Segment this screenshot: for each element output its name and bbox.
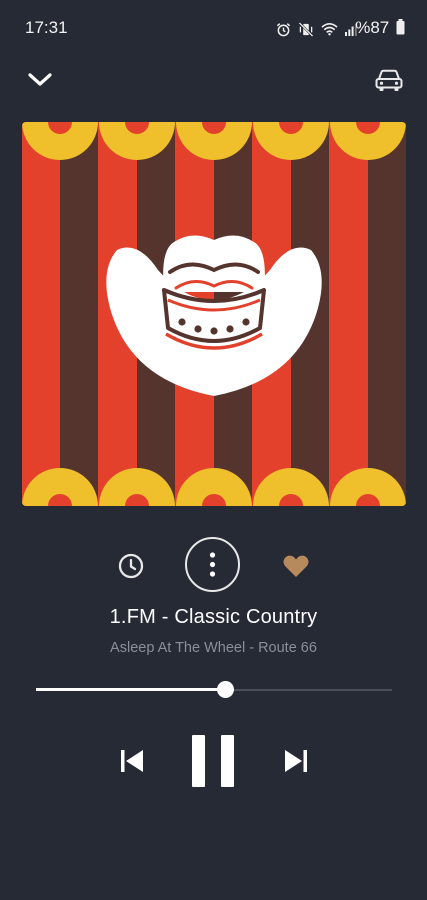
now-playing-track: Asleep At The Wheel - Route 66	[110, 640, 317, 656]
more-options-button[interactable]	[185, 537, 240, 592]
status-bar: 17:31 %87	[0, 0, 427, 58]
station-artwork	[22, 122, 406, 506]
playback-progress-slider[interactable]	[36, 680, 392, 700]
chevron-down-icon	[28, 73, 52, 86]
skip-previous-icon	[121, 750, 143, 772]
pause-icon	[192, 735, 234, 787]
more-vertical-icon	[209, 552, 216, 577]
sleep-timer-button[interactable]	[116, 551, 146, 581]
artwork-image	[22, 122, 406, 506]
battery-level: %87	[355, 18, 405, 40]
heart-icon	[283, 555, 309, 577]
skip-next-button[interactable]	[280, 745, 312, 777]
clock-icon	[118, 553, 144, 579]
battery-percent: %87	[355, 18, 390, 37]
skip-previous-button[interactable]	[116, 745, 148, 777]
top-scallops	[22, 122, 406, 160]
favorite-button[interactable]	[281, 551, 311, 581]
pause-button[interactable]	[188, 733, 238, 789]
status-time: 17:31	[25, 18, 68, 37]
car-icon	[375, 69, 403, 91]
wifi-icon	[321, 22, 338, 36]
action-row	[0, 536, 427, 596]
mute-vibrate-icon	[298, 21, 314, 37]
alarm-icon	[276, 22, 291, 37]
status-icons	[276, 19, 357, 39]
battery-icon	[396, 19, 405, 40]
car-mode-button[interactable]	[372, 64, 406, 96]
skip-next-icon	[285, 750, 307, 772]
progress-fill	[36, 688, 225, 691]
bottom-scallops	[22, 468, 406, 506]
progress-thumb[interactable]	[216, 681, 234, 698]
collapse-button[interactable]	[24, 64, 56, 96]
station-name: 1.FM - Classic Country	[109, 606, 318, 628]
